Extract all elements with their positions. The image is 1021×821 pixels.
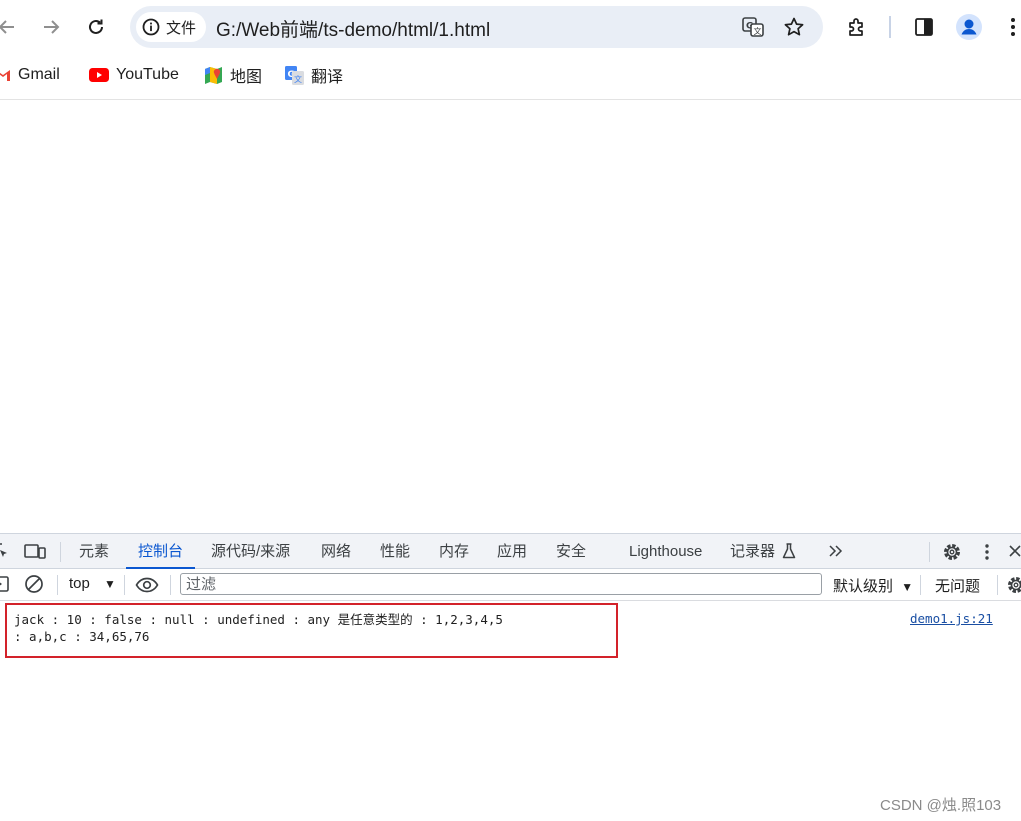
devtools-tab-bar: 元素 控制台 源代码/来源 网络 性能 内存 应用 安全 Lighthouse … [0,533,1021,569]
tab-performance[interactable]: 性能 [380,534,410,568]
gmail-icon [0,70,10,81]
context-label: top [69,575,90,592]
youtube-icon [89,68,109,82]
site-info-label: 文件 [166,19,197,37]
tab-memory[interactable]: 内存 [439,534,469,568]
console-output: jack : 10 : false : null : undefined : a… [0,601,1021,821]
bookmark-label: 地图 [230,69,263,86]
tab-network[interactable]: 网络 [321,534,351,568]
svg-text:文: 文 [754,26,762,36]
inspect-element-icon[interactable] [0,542,10,560]
console-log-message: jack : 10 : false : null : undefined : a… [14,611,503,645]
url-text[interactable]: G:/Web前端/ts-demo/html/1.html [216,15,490,42]
toolbar-divider [124,575,125,595]
bookmark-label: Gmail [18,66,60,83]
flask-icon [781,542,797,560]
star-icon[interactable] [782,15,806,39]
dropdown-arrow-icon: ▼ [901,580,914,594]
bookmark-youtube[interactable]: YouTube [89,63,179,87]
live-expression-eye-icon[interactable] [135,574,159,596]
side-panel-icon[interactable] [906,9,942,45]
settings-gear-icon[interactable] [941,541,963,563]
devtools-panel: 元素 控制台 源代码/来源 网络 性能 内存 应用 安全 Lighthouse … [0,533,1021,821]
toolbar-divider [889,16,891,38]
console-settings-gear-icon[interactable] [1005,574,1021,596]
google-translate-icon: G文 [285,65,304,85]
tab-sources[interactable]: 源代码/来源 [211,534,290,568]
toolbar-divider [920,575,921,595]
browser-toolbar: 文件 G:/Web前端/ts-demo/html/1.html G文 [0,0,1021,54]
log-levels-dropdown[interactable]: 默认级别 ▼ [833,575,913,596]
devtools-menu-icon[interactable] [980,542,994,562]
more-tabs-chevron-icon[interactable] [826,542,846,560]
tab-console[interactable]: 控制台 [125,534,196,569]
issues-counter[interactable]: 无问题 [935,575,980,596]
bookmarks-bar: Gmail YouTube 地图 G文 翻译 [0,54,1021,100]
close-devtools-icon[interactable] [1008,543,1021,559]
forward-arrow-icon[interactable] [33,9,69,45]
tab-application[interactable]: 应用 [497,534,527,568]
log-line: : a,b,c : 34,65,76 [14,629,150,644]
profile-avatar-icon[interactable] [951,9,987,45]
extensions-puzzle-icon[interactable] [839,9,875,45]
toolbar-divider [997,575,998,595]
reload-icon[interactable] [78,9,114,45]
dropdown-arrow-icon: ▼ [104,577,116,591]
watermark: CSDN @烛.照103 [880,797,1002,814]
tab-recorder[interactable]: 记录器 [730,534,775,568]
context-selector[interactable]: top ▼ [69,575,116,592]
maps-icon [205,66,222,84]
back-arrow-icon[interactable] [0,9,25,45]
log-line: jack : 10 : false : null : undefined : a… [14,612,503,627]
bookmark-label: YouTube [116,66,179,83]
bookmark-translate[interactable]: G文 翻译 [285,63,343,87]
log-source-link[interactable]: demo1.js:21 [910,611,993,626]
tab-divider [929,542,930,562]
translate-icon[interactable]: G文 [741,15,765,39]
toolbar-divider [170,575,171,595]
tab-elements[interactable]: 元素 [79,534,109,568]
log-levels-label: 默认级别 [833,578,894,595]
info-icon [142,18,160,36]
tab-security[interactable]: 安全 [556,534,586,568]
toolbar-divider [57,575,58,595]
bookmark-maps[interactable]: 地图 [204,63,262,87]
address-bar[interactable]: 文件 G:/Web前端/ts-demo/html/1.html G文 [130,6,823,48]
device-toolbar-icon[interactable] [24,542,46,560]
tab-lighthouse[interactable]: Lighthouse [629,534,702,568]
svg-text:文: 文 [294,74,302,84]
clear-console-icon[interactable] [24,574,44,594]
filter-input[interactable] [181,574,806,594]
site-info-chip[interactable]: 文件 [136,12,207,42]
sidebar-toggle-icon[interactable] [0,575,10,593]
more-vertical-icon[interactable] [995,9,1021,45]
page-viewport [0,100,1021,533]
console-toolbar: top ▼ 默认级别 ▼ 无问题 [0,569,1021,601]
bookmark-gmail[interactable]: Gmail [0,63,60,87]
bookmark-label: 翻译 [311,69,344,86]
tab-divider [60,542,61,562]
console-filter[interactable] [180,573,822,595]
